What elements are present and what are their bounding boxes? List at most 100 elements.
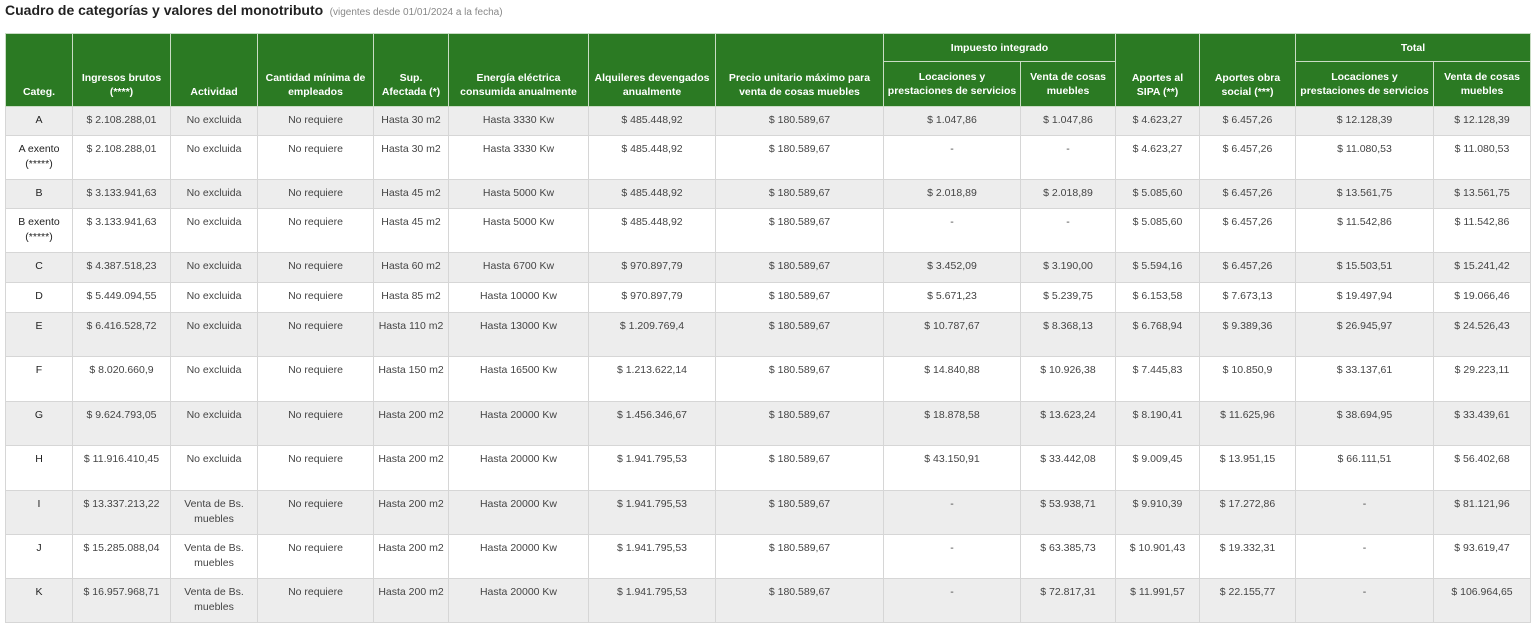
cell-total-venta: $ 81.121,96 (1433, 490, 1531, 535)
table-row: D $ 5.449.094,55 No excluida No requiere… (5, 282, 1531, 313)
table-row: A exento (*****) $ 2.108.288,01 No exclu… (5, 135, 1531, 180)
cell-total-locaciones: - (1295, 534, 1434, 579)
cell-superficie: Hasta 85 m2 (373, 282, 449, 313)
header-total-locaciones: Locaciones y prestaciones de servicios (1295, 61, 1434, 107)
cell-superficie: Hasta 200 m2 (373, 401, 449, 446)
cell-empleados: No requiere (257, 208, 374, 253)
cell-actividad: No excluida (170, 401, 258, 446)
cell-ingresos: $ 6.416.528,72 (72, 312, 171, 357)
title-validity: (vigentes desde 01/01/2024 a la fecha) (329, 7, 503, 18)
cell-empleados: No requiere (257, 445, 374, 491)
cell-superficie: Hasta 200 m2 (373, 534, 449, 579)
table-row: H $ 11.916.410,45 No excluida No requier… (5, 445, 1531, 491)
cell-total-locaciones: $ 66.111,51 (1295, 445, 1434, 491)
table-body: A $ 2.108.288,01 No excluida No requiere… (5, 106, 1531, 623)
cell-alquileres: $ 485.448,92 (588, 179, 716, 209)
cell-impuesto-locaciones: - (883, 534, 1021, 579)
cell-total-venta: $ 29.223,11 (1433, 356, 1531, 402)
cell-precio-unitario: $ 180.589,67 (715, 135, 884, 180)
cell-aportes-obra-social: $ 17.272,86 (1199, 490, 1296, 535)
header-impuesto-integrado: Impuesto integrado (883, 33, 1116, 62)
cell-total-locaciones: - (1295, 490, 1434, 535)
table-row: I $ 13.337.213,22 Venta de Bs. muebles N… (5, 490, 1531, 535)
cell-aportes-obra-social: $ 11.625,96 (1199, 401, 1296, 446)
cell-energia: Hasta 10000 Kw (448, 282, 589, 313)
cell-aportes-obra-social: $ 6.457,26 (1199, 208, 1296, 253)
header-alquileres: Alquileres devengados anualmente (588, 33, 716, 107)
cell-ingresos: $ 3.133.941,63 (72, 208, 171, 253)
cell-aportes-sipa: $ 4.623,27 (1115, 106, 1200, 136)
cell-aportes-sipa: $ 5.594,16 (1115, 252, 1200, 283)
cell-actividad: No excluida (170, 208, 258, 253)
page-title: Cuadro de categorías y valores del monot… (5, 2, 503, 24)
cell-empleados: No requiere (257, 282, 374, 313)
cell-total-locaciones: $ 11.080,53 (1295, 135, 1434, 180)
cell-energia: Hasta 16500 Kw (448, 356, 589, 402)
cell-categ: F (5, 356, 73, 402)
cell-ingresos: $ 2.108.288,01 (72, 135, 171, 180)
cell-aportes-sipa: $ 6.153,58 (1115, 282, 1200, 313)
cell-alquileres: $ 1.941.795,53 (588, 534, 716, 579)
cell-energia: Hasta 5000 Kw (448, 208, 589, 253)
cell-categ: A (5, 106, 73, 136)
cell-aportes-sipa: $ 4.623,27 (1115, 135, 1200, 180)
cell-total-locaciones: $ 12.128,39 (1295, 106, 1434, 136)
cell-aportes-obra-social: $ 6.457,26 (1199, 135, 1296, 180)
cell-empleados: No requiere (257, 312, 374, 357)
header-ingresos: Ingresos brutos (****) (72, 33, 171, 107)
cell-impuesto-locaciones: $ 43.150,91 (883, 445, 1021, 491)
cell-superficie: Hasta 45 m2 (373, 179, 449, 209)
cell-actividad: Venta de Bs. muebles (170, 490, 258, 535)
table-row: E $ 6.416.528,72 No excluida No requiere… (5, 312, 1531, 357)
cell-alquileres: $ 1.213.622,14 (588, 356, 716, 402)
cell-aportes-sipa: $ 10.901,43 (1115, 534, 1200, 579)
cell-ingresos: $ 15.285.088,04 (72, 534, 171, 579)
cell-total-venta: $ 11.080,53 (1433, 135, 1531, 180)
cell-empleados: No requiere (257, 356, 374, 402)
cell-ingresos: $ 2.108.288,01 (72, 106, 171, 136)
cell-impuesto-locaciones: $ 14.840,88 (883, 356, 1021, 402)
table-header: Categ. Ingresos brutos (****) Actividad … (5, 33, 1531, 107)
cell-precio-unitario: $ 180.589,67 (715, 106, 884, 136)
cell-precio-unitario: $ 180.589,67 (715, 534, 884, 579)
cell-energia: Hasta 3330 Kw (448, 135, 589, 180)
cell-precio-unitario: $ 180.589,67 (715, 208, 884, 253)
cell-total-locaciones: $ 15.503,51 (1295, 252, 1434, 283)
cell-total-locaciones: $ 38.694,95 (1295, 401, 1434, 446)
cell-categ: B (5, 179, 73, 209)
cell-alquileres: $ 485.448,92 (588, 135, 716, 180)
header-total: Total (1295, 33, 1531, 62)
cell-actividad: No excluida (170, 282, 258, 313)
cell-actividad: No excluida (170, 252, 258, 283)
cell-categ: E (5, 312, 73, 357)
cell-ingresos: $ 11.916.410,45 (72, 445, 171, 491)
cell-total-locaciones: $ 26.945,97 (1295, 312, 1434, 357)
cell-total-venta: $ 93.619,47 (1433, 534, 1531, 579)
cell-actividad: No excluida (170, 106, 258, 136)
cell-impuesto-locaciones: $ 1.047,86 (883, 106, 1021, 136)
cell-energia: Hasta 3330 Kw (448, 106, 589, 136)
cell-ingresos: $ 9.624.793,05 (72, 401, 171, 446)
cell-impuesto-locaciones: $ 2.018,89 (883, 179, 1021, 209)
cell-aportes-obra-social: $ 9.389,36 (1199, 312, 1296, 357)
cell-energia: Hasta 20000 Kw (448, 445, 589, 491)
cell-alquileres: $ 485.448,92 (588, 106, 716, 136)
header-aportes-obra-social: Aportes obra social (***) (1199, 33, 1296, 107)
title-main: Cuadro de categorías y valores del monot… (5, 2, 324, 18)
cell-actividad: No excluida (170, 179, 258, 209)
cell-precio-unitario: $ 180.589,67 (715, 312, 884, 357)
cell-impuesto-locaciones: - (883, 135, 1021, 180)
cell-total-venta: $ 19.066,46 (1433, 282, 1531, 313)
cell-actividad: No excluida (170, 312, 258, 357)
cell-categ: A exento (*****) (5, 135, 73, 180)
cell-precio-unitario: $ 180.589,67 (715, 356, 884, 402)
header-categ: Categ. (5, 33, 73, 107)
cell-ingresos: $ 8.020.660,9 (72, 356, 171, 402)
cell-impuesto-venta: $ 8.368,13 (1020, 312, 1116, 357)
cell-impuesto-venta: $ 13.623,24 (1020, 401, 1116, 446)
cell-energia: Hasta 5000 Kw (448, 179, 589, 209)
cell-alquileres: $ 1.941.795,53 (588, 490, 716, 535)
cell-total-locaciones: $ 13.561,75 (1295, 179, 1434, 209)
table-row: G $ 9.624.793,05 No excluida No requiere… (5, 401, 1531, 446)
header-empleados: Cantidad mínima de empleados (257, 33, 374, 107)
